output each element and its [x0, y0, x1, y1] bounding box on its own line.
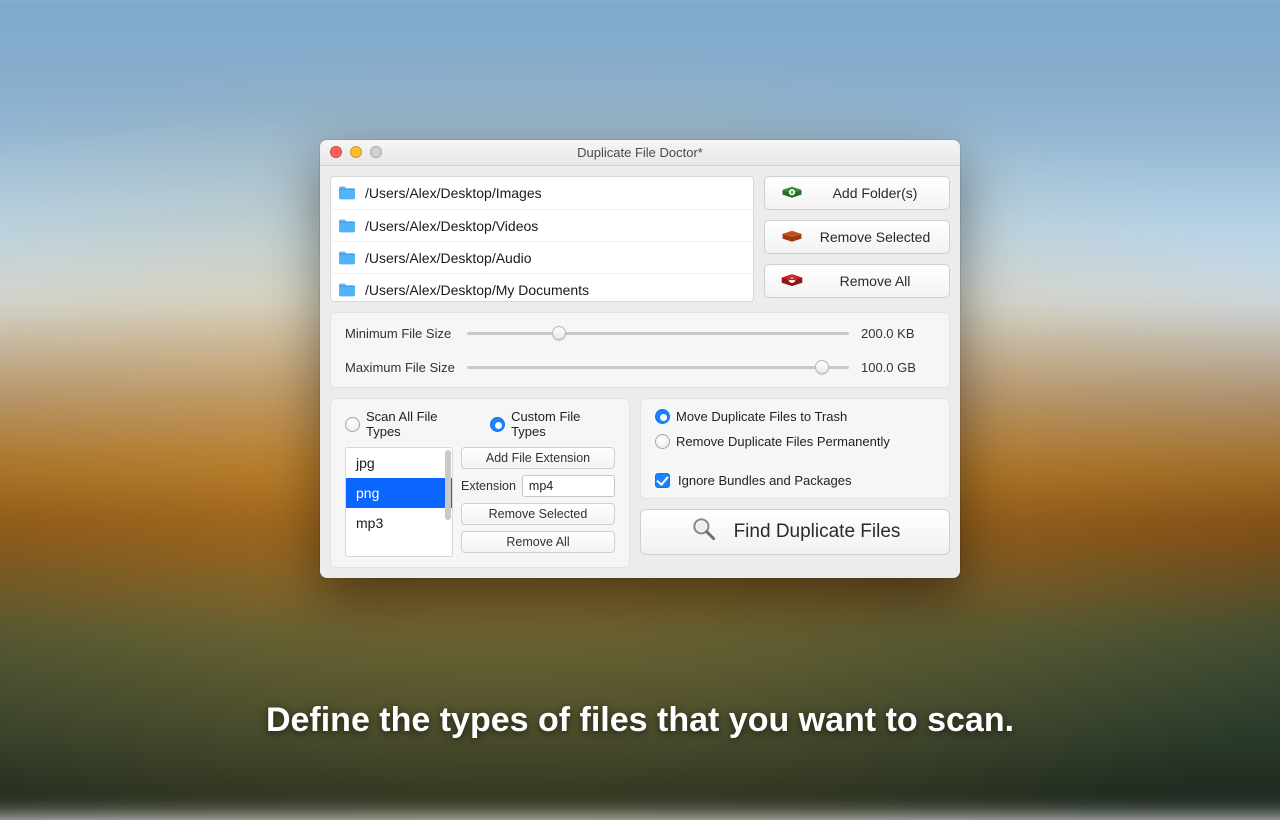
titlebar[interactable]: Duplicate File Doctor* [320, 140, 960, 166]
ext-remove-all-label: Remove All [506, 535, 569, 549]
remove-all-icon [779, 272, 805, 290]
size-panel: Minimum File Size 200.0 KB Maximum File … [330, 312, 950, 388]
folder-path: /Users/Alex/Desktop/My Documents [365, 282, 589, 298]
remove-selected-icon [779, 228, 805, 246]
extension-item[interactable]: mp3 [346, 508, 452, 538]
ignore-bundles-label: Ignore Bundles and Packages [678, 473, 851, 488]
max-size-slider[interactable] [467, 357, 849, 377]
max-size-thumb[interactable] [815, 360, 829, 374]
move-to-trash-radio[interactable]: Move Duplicate Files to Trash [655, 409, 935, 424]
traffic-lights [330, 146, 382, 158]
add-folder-button[interactable]: Add Folder(s) [764, 176, 950, 210]
marketing-caption: Define the types of files that you want … [0, 701, 1280, 740]
file-types-panel: Scan All File Types Custom File Types jp… [330, 398, 630, 568]
custom-types-label: Custom File Types [511, 409, 615, 439]
folder-list[interactable]: /Users/Alex/Desktop/Images /Users/Alex/D… [330, 176, 754, 302]
folder-row[interactable]: /Users/Alex/Desktop/Images [331, 177, 753, 209]
extension-list[interactable]: jpg png mp3 [345, 447, 453, 557]
scan-all-label: Scan All File Types [366, 409, 472, 439]
min-size-value: 200.0 KB [861, 326, 935, 341]
extension-scrollbar[interactable] [444, 448, 452, 556]
options-panel: Move Duplicate Files to Trash Remove Dup… [640, 398, 950, 499]
ext-remove-selected-button[interactable]: Remove Selected [461, 503, 615, 525]
folder-path: /Users/Alex/Desktop/Audio [365, 250, 532, 266]
move-to-trash-label: Move Duplicate Files to Trash [676, 409, 847, 424]
extension-item[interactable]: png [346, 478, 452, 508]
folder-row[interactable]: /Users/Alex/Desktop/Audio [331, 241, 753, 273]
extension-field-label: Extension [461, 479, 516, 493]
folder-icon [337, 218, 357, 234]
add-extension-label: Add File Extension [486, 451, 590, 465]
remove-permanently-radio[interactable]: Remove Duplicate Files Permanently [655, 434, 935, 449]
extension-input[interactable]: mp4 [522, 475, 615, 497]
max-size-label: Maximum File Size [345, 360, 455, 375]
scan-all-radio[interactable]: Scan All File Types [345, 409, 472, 439]
folder-path: /Users/Alex/Desktop/Videos [365, 218, 538, 234]
add-folder-icon [779, 184, 805, 202]
remove-permanently-label: Remove Duplicate Files Permanently [676, 434, 890, 449]
remove-selected-button[interactable]: Remove Selected [764, 220, 950, 254]
close-button[interactable] [330, 146, 342, 158]
min-size-slider[interactable] [467, 323, 849, 343]
ext-remove-all-button[interactable]: Remove All [461, 531, 615, 553]
ext-remove-selected-label: Remove Selected [489, 507, 588, 521]
minimize-button[interactable] [350, 146, 362, 158]
custom-types-radio[interactable]: Custom File Types [490, 409, 615, 439]
remove-all-label: Remove All [815, 273, 935, 289]
folder-icon [337, 185, 357, 201]
folder-icon [337, 282, 357, 298]
max-size-value: 100.0 GB [861, 360, 935, 375]
find-duplicates-button[interactable]: Find Duplicate Files [640, 509, 950, 555]
find-duplicates-label: Find Duplicate Files [734, 521, 901, 543]
magnifier-icon [690, 515, 718, 549]
folder-icon [337, 250, 357, 266]
min-size-thumb[interactable] [552, 326, 566, 340]
extension-item[interactable]: jpg [346, 448, 452, 478]
folder-row[interactable]: /Users/Alex/Desktop/My Documents [331, 273, 753, 302]
extension-input-value: mp4 [529, 479, 553, 493]
ignore-bundles-checkbox[interactable] [655, 473, 670, 488]
add-folder-label: Add Folder(s) [815, 185, 935, 201]
remove-all-button[interactable]: Remove All [764, 264, 950, 298]
remove-selected-label: Remove Selected [815, 229, 935, 245]
add-extension-button[interactable]: Add File Extension [461, 447, 615, 469]
maximize-button[interactable] [370, 146, 382, 158]
ignore-bundles-checkbox-row[interactable]: Ignore Bundles and Packages [655, 473, 935, 488]
window-title: Duplicate File Doctor* [320, 145, 960, 160]
folder-row[interactable]: /Users/Alex/Desktop/Videos [331, 209, 753, 241]
app-window: Duplicate File Doctor* /Users/Alex/Deskt… [320, 140, 960, 578]
folder-path: /Users/Alex/Desktop/Images [365, 185, 542, 201]
min-size-label: Minimum File Size [345, 326, 455, 341]
